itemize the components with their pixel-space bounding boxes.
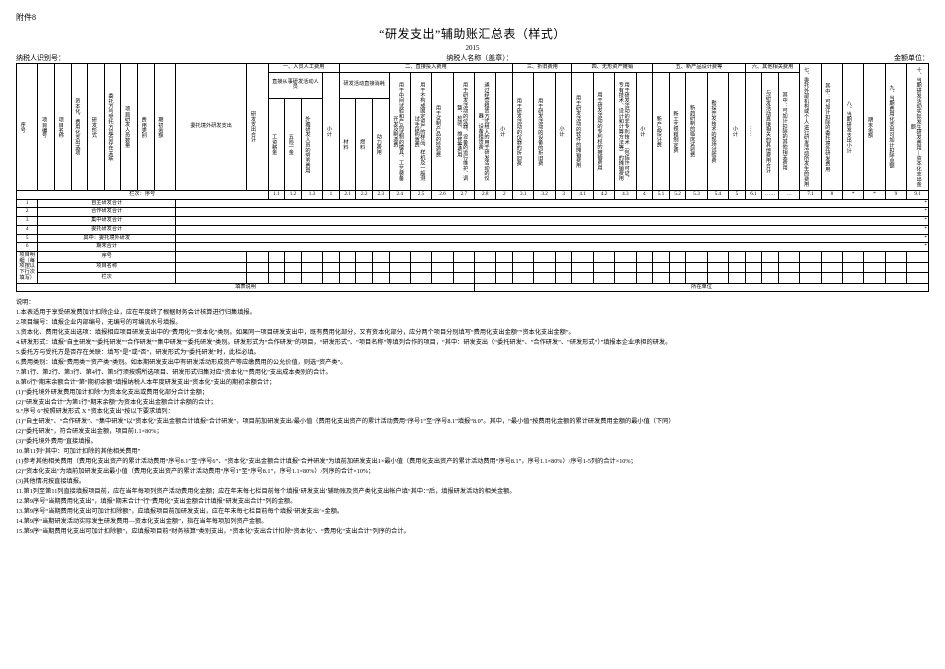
- col-25: 用于研发活动的仪器的折旧费: [513, 72, 534, 190]
- col-29: 用于研发活动的专利权的摊销费用: [593, 72, 614, 190]
- col-11: 研发支出合计: [247, 64, 268, 191]
- col-32: 新产品设计费: [653, 72, 670, 190]
- col-21: 用于试制产品的检验费: [432, 72, 453, 190]
- col-3: 项目名称: [54, 64, 71, 191]
- page-title: “研发支出”辅助账汇总表（样式）: [16, 25, 929, 42]
- col-45: 十、当期研发活动实际发生研发费用—资本化支出金额: [907, 64, 929, 191]
- col-2: 项目编号: [38, 64, 55, 191]
- col-7: 项目研发人员数量: [121, 64, 138, 191]
- main-table: 序号 项目编号 项目名称 资本化、费用化支出选项 研发形式 委托方与受托方是否存…: [16, 63, 929, 292]
- col-23: 通过经营租赁方式租入的用于研发活动的仪器、设备租赁费: [475, 72, 496, 190]
- summary-row-5: 5其中：委托境外研发*: [17, 234, 929, 243]
- summary-row-4: 4委托研发合计*: [17, 225, 929, 234]
- group-h4: 四、无形资产摊销: [572, 64, 653, 73]
- col-38: 与研发活动直接相关的其他费用合计: [762, 72, 779, 190]
- notes-block: 说明： 1.本表适用于享受研发费加计扣除企业，应在年度终了根据财务会计核算进行归…: [16, 298, 929, 536]
- col-4: 资本化、费用化支出选项: [71, 64, 88, 191]
- block2-row-2: 项目名称: [17, 262, 929, 273]
- block2-row-3: 栏次: [17, 273, 929, 284]
- col-9: 期初余额: [154, 64, 175, 191]
- taxpayer-id-label: 纳税人识别号：: [16, 53, 65, 63]
- group-h3: 三、折旧费用: [513, 64, 572, 73]
- col-34: 新药研制的临床试验费: [686, 72, 707, 190]
- taxpayer-name-label: 纳税人名称（盖章）：: [446, 53, 513, 63]
- col-16: 材料: [339, 98, 356, 190]
- col-30: 用于研发活动的非专利技术（包括许可证、专有技术、设计和计算方法等）的摊销费用: [615, 72, 636, 190]
- col-35: 勘探开发技术的现场试验费: [707, 72, 728, 190]
- signoff-row: 填表说明 所在单位: [17, 283, 929, 292]
- summary-row-6: 6期末合计*: [17, 243, 929, 252]
- subgroup-2: 研发活动直接消耗: [339, 72, 389, 98]
- col-10: 委托境外研发支出: [175, 64, 246, 191]
- col-40: 七、委托外部机构或个人进行研发活动所发生的费用: [800, 64, 821, 191]
- col-41: 其中：可加计扣除的委托境外研发费用: [821, 64, 842, 191]
- group-h1: 一、人员人工费用: [268, 64, 339, 73]
- col-19: 用于中间试验和产品试制的模具、工艺装备开发及制造费: [389, 72, 410, 190]
- col-37: ……: [745, 72, 762, 190]
- group-h5: 五、新产品设计费等: [653, 64, 746, 73]
- group-h6: 六、其他相关费用: [745, 64, 800, 73]
- col-22: 用于研发活动的仪器、设备的运行维护、调整、检验、维修等费用: [453, 72, 474, 190]
- col-39: 其中：可加计扣除的其他相关费用: [778, 72, 799, 190]
- notes-header: 说明：: [16, 298, 929, 308]
- col-31: 小计: [636, 72, 653, 190]
- col-44: 九、当期费用化支出可加计扣除总额: [885, 64, 906, 191]
- col-26: 用于研发活动的设备的折旧费: [534, 72, 555, 190]
- col-8: 费用类别: [138, 64, 155, 191]
- summary-row-2: 2合作研发合计*: [17, 208, 929, 217]
- attachment-label: 附件8: [16, 12, 929, 23]
- col-12: 工资薪金: [268, 98, 285, 190]
- number-row: 栏次：序号 1.11.21.31 2.12.22.32.42.52.62.72.…: [17, 191, 929, 200]
- col-33: 新工艺规程制定费: [669, 72, 686, 190]
- col-28: 用于研发活动的软件的摊销费用: [572, 72, 593, 190]
- col-13: 五险一金: [285, 98, 302, 190]
- col-15: 小计: [323, 72, 340, 190]
- col-5: 研发形式: [88, 64, 105, 191]
- col-36: 小计: [729, 72, 746, 190]
- block2-label-row: 项目明细（每项按以下行次填写） 序号: [17, 252, 929, 263]
- col-20: 用于不构成固定资产的样品、样机及一般测试手段购置费: [410, 72, 431, 190]
- unit-label: 金额单位：: [894, 53, 929, 63]
- year-label: 2015: [16, 44, 929, 52]
- col-24: 小计: [496, 72, 513, 190]
- col-17: 燃料: [356, 98, 373, 190]
- top-bar: 纳税人识别号： 纳税人名称（盖章）： 金额单位：: [16, 53, 929, 63]
- col-1: 序号: [17, 64, 38, 191]
- summary-row-3: 3集中研发合计*: [17, 217, 929, 226]
- subgroup-1: 直接从事研发活动人员: [268, 72, 323, 98]
- col-27: 小计: [555, 72, 572, 190]
- group-h2: 二、直接投入费用: [339, 64, 512, 73]
- summary-row-1: 1自主研发合计*: [17, 199, 929, 208]
- col-18: 动力费用: [372, 98, 389, 190]
- col-6: 委托方与受托方是否存在关联: [104, 64, 121, 191]
- col-42: 八、当期研发支出小计: [843, 64, 864, 191]
- col-14: 外聘研发人员的劳务费用: [301, 98, 322, 190]
- col-43: 期末余额: [864, 64, 885, 191]
